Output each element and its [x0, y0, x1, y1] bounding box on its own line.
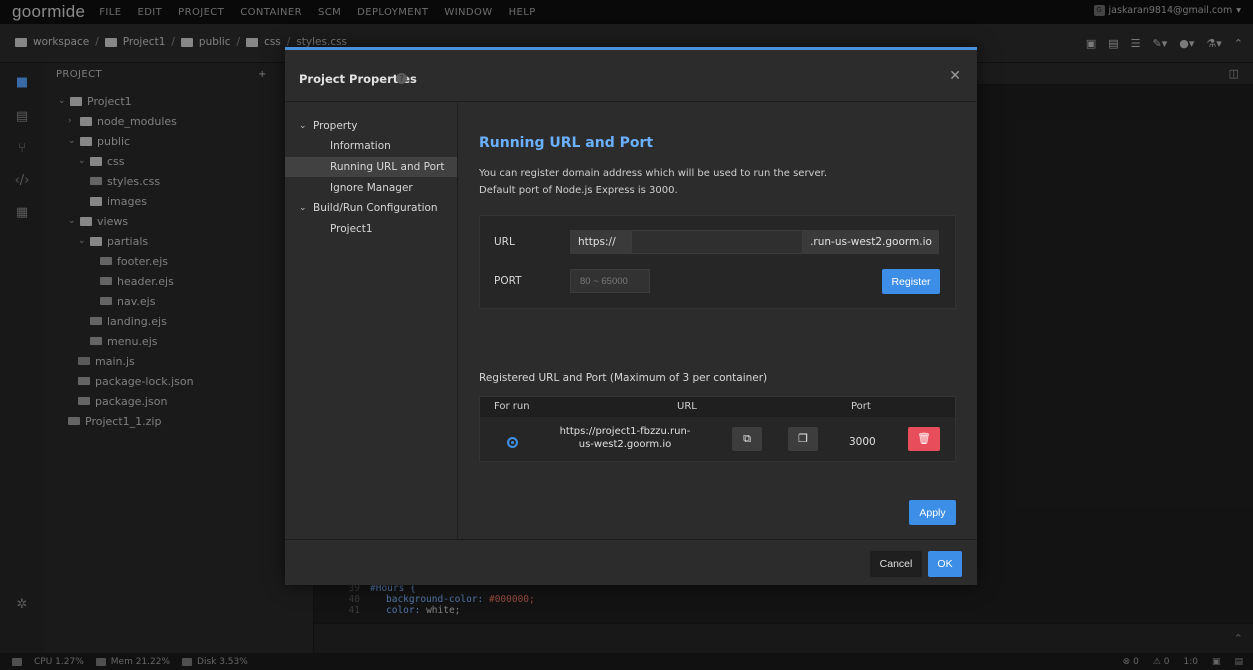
url-suffix: .run-us-west2.goorm.io [803, 230, 939, 254]
copy-icon[interactable]: ❐ [788, 427, 818, 451]
cancel-button[interactable]: Cancel [870, 551, 922, 577]
description-line: You can register domain address which wi… [479, 168, 827, 179]
apply-button[interactable]: Apply [909, 500, 956, 525]
url-label: URL [494, 236, 515, 248]
nav-running-url-port[interactable]: Running URL and Port [285, 157, 457, 177]
nav-label: Project1 [330, 223, 373, 235]
close-icon[interactable]: ✕ [949, 68, 961, 84]
ide-window: goormide FILE EDIT PROJECT CONTAINER SCM… [0, 0, 1253, 670]
chevron-down-icon: ⌄ [299, 121, 307, 131]
dialog-footer: Cancel OK [285, 539, 977, 588]
nav-label: Property [313, 120, 358, 132]
nav-project1[interactable]: Project1 [285, 219, 457, 239]
properties-nav: ⌄ Property Information Running URL and P… [285, 102, 458, 539]
column-port: Port [851, 401, 871, 412]
nav-information[interactable]: Information [285, 136, 457, 156]
registered-url: https://project1-fbzzu.run- us-west2.goo… [555, 425, 695, 451]
registered-title: Registered URL and Port (Maximum of 3 pe… [479, 372, 768, 384]
register-button[interactable]: Register [882, 269, 940, 294]
help-icon[interactable]: ? [396, 73, 407, 84]
nav-label: Information [330, 140, 391, 152]
url-port-form: URL https:// .run-us-west2.goorm.io PORT… [479, 215, 956, 309]
registered-url-line: us-west2.goorm.io [578, 439, 672, 450]
column-for-run: For run [494, 401, 530, 412]
dialog-header: Project Properties ? ✕ [285, 50, 977, 102]
url-input[interactable] [631, 230, 803, 254]
for-run-radio[interactable] [507, 437, 518, 448]
section-title: Running URL and Port [479, 135, 654, 151]
description-line: Default port of Node.js Express is 3000. [479, 185, 678, 196]
nav-ignore-manager[interactable]: Ignore Manager [285, 178, 457, 198]
port-label: PORT [494, 275, 522, 287]
registered-url-line: https://project1-fbzzu.run- [559, 426, 691, 437]
project-properties-dialog: Project Properties ? ✕ ⌄ Property Inform… [285, 47, 977, 585]
nav-property[interactable]: ⌄ Property [285, 116, 457, 136]
table-header: For run URL Port [480, 397, 955, 417]
nav-label: Build/Run Configuration [313, 202, 438, 214]
registered-port: 3000 [849, 436, 876, 448]
nav-label: Running URL and Port [330, 161, 445, 173]
ok-button[interactable]: OK [928, 551, 962, 577]
properties-content: Running URL and Port You can register do… [459, 102, 977, 539]
open-external-icon[interactable]: ⧉ [732, 427, 762, 451]
url-prefix: https:// [570, 230, 631, 254]
chevron-down-icon: ⌄ [299, 203, 307, 213]
nav-build-run-config[interactable]: ⌄ Build/Run Configuration [285, 198, 457, 218]
registered-table: For run URL Port https://project1-fbzzu.… [479, 396, 956, 462]
trash-icon[interactable]: 🗑 [908, 427, 940, 451]
port-input[interactable] [570, 269, 650, 293]
nav-label: Ignore Manager [330, 182, 413, 194]
column-url: URL [677, 401, 697, 412]
